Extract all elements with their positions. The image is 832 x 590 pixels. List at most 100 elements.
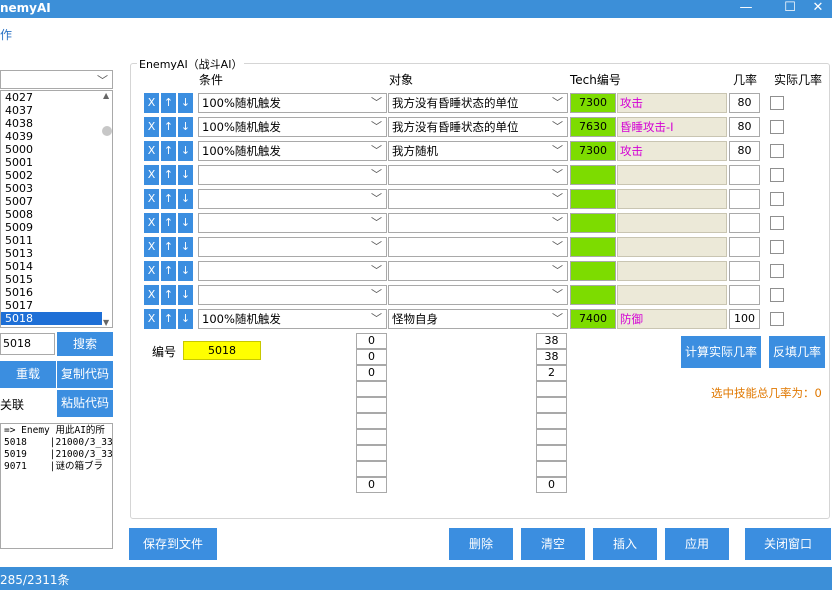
value-cell-b[interactable] — [536, 461, 567, 477]
actual-rate-checkbox[interactable] — [770, 144, 784, 158]
target-dropdown[interactable]: 我方没有昏睡状态的单位 ﹀ — [388, 93, 568, 113]
value-cell-b[interactable]: 38 — [536, 333, 567, 349]
value-cell-b[interactable] — [536, 445, 567, 461]
move-down-button[interactable]: ↓ — [178, 261, 193, 281]
list-item[interactable]: 4038 — [1, 117, 112, 130]
rate-input[interactable]: 80 — [729, 93, 760, 113]
list-item[interactable]: 5008 — [1, 208, 112, 221]
tech-id-field[interactable] — [570, 213, 616, 233]
value-cell-b[interactable] — [536, 381, 567, 397]
backfill-rate-button[interactable]: 反填几率 — [769, 336, 825, 368]
move-up-button[interactable]: ↑ — [161, 93, 176, 113]
value-cell-a[interactable] — [356, 429, 387, 445]
delete-row-button[interactable]: X — [144, 165, 159, 185]
close-window-button[interactable]: 关闭窗口 — [745, 528, 831, 560]
list-item[interactable]: 5018 — [1, 312, 112, 325]
move-down-button[interactable]: ↓ — [178, 309, 193, 329]
condition-dropdown[interactable]: ﹀ — [198, 189, 387, 209]
actual-rate-checkbox[interactable] — [770, 264, 784, 278]
value-cell-a[interactable] — [356, 461, 387, 477]
id-value-field[interactable]: 5018 — [183, 341, 261, 360]
condition-dropdown[interactable]: 100%随机触发 ﹀ — [198, 117, 387, 137]
tech-id-field[interactable] — [570, 285, 616, 305]
actual-rate-checkbox[interactable] — [770, 96, 784, 110]
list-item[interactable]: 5011 — [1, 234, 112, 247]
value-cell-a[interactable] — [356, 381, 387, 397]
delete-row-button[interactable]: X — [144, 285, 159, 305]
value-cell-b[interactable]: 2 — [536, 365, 567, 381]
move-up-button[interactable]: ↑ — [161, 261, 176, 281]
target-dropdown[interactable]: ﹀ — [388, 165, 568, 185]
target-dropdown[interactable]: ﹀ — [388, 285, 568, 305]
paste-code-button[interactable]: 粘贴代码 — [57, 390, 113, 417]
clear-button[interactable]: 清空 — [521, 528, 585, 560]
value-cell-a[interactable]: 0 — [356, 477, 387, 493]
rate-input[interactable] — [729, 213, 760, 233]
condition-dropdown[interactable]: ﹀ — [198, 213, 387, 233]
rate-input[interactable] — [729, 285, 760, 305]
list-item[interactable]: 5002 — [1, 169, 112, 182]
list-item[interactable]: 5013 — [1, 247, 112, 260]
move-down-button[interactable]: ↓ — [178, 237, 193, 257]
value-cell-b[interactable] — [536, 397, 567, 413]
actual-rate-checkbox[interactable] — [770, 192, 784, 206]
scroll-thumb[interactable] — [102, 126, 112, 136]
rate-input[interactable] — [729, 189, 760, 209]
scroll-up-icon[interactable]: ▲ — [103, 91, 109, 100]
tech-id-field[interactable] — [570, 261, 616, 281]
filter-dropdown[interactable]: ﹀ — [0, 70, 113, 89]
search-input[interactable]: 5018 — [0, 333, 55, 355]
rate-input[interactable]: 80 — [729, 141, 760, 161]
target-dropdown[interactable]: 怪物自身 ﹀ — [388, 309, 568, 329]
actual-rate-checkbox[interactable] — [770, 216, 784, 230]
delete-row-button[interactable]: X — [144, 189, 159, 209]
list-item[interactable]: 5003 — [1, 182, 112, 195]
actual-rate-checkbox[interactable] — [770, 240, 784, 254]
value-cell-b[interactable]: 38 — [536, 349, 567, 365]
rate-input[interactable]: 80 — [729, 117, 760, 137]
condition-dropdown[interactable]: 100%随机触发 ﹀ — [198, 141, 387, 161]
target-dropdown[interactable]: ﹀ — [388, 213, 568, 233]
search-button[interactable]: 搜索 — [57, 332, 113, 356]
condition-dropdown[interactable]: ﹀ — [198, 261, 387, 281]
condition-dropdown[interactable]: 100%随机触发 ﹀ — [198, 309, 387, 329]
list-item[interactable]: 4037 — [1, 104, 112, 117]
value-cell-b[interactable] — [536, 429, 567, 445]
tech-id-field[interactable]: 7300 — [570, 141, 616, 161]
move-up-button[interactable]: ↑ — [161, 285, 176, 305]
tech-id-field[interactable] — [570, 165, 616, 185]
delete-row-button[interactable]: X — [144, 141, 159, 161]
reload-button[interactable]: 重载 — [0, 361, 56, 388]
list-item[interactable]: 5007 — [1, 195, 112, 208]
value-cell-b[interactable]: 0 — [536, 477, 567, 493]
move-up-button[interactable]: ↑ — [161, 165, 176, 185]
value-cell-a[interactable] — [356, 445, 387, 461]
move-up-button[interactable]: ↑ — [161, 141, 176, 161]
menu-operate[interactable]: 操作 — [0, 26, 12, 43]
condition-dropdown[interactable]: 100%随机触发 ﹀ — [198, 93, 387, 113]
move-up-button[interactable]: ↑ — [161, 237, 176, 257]
value-cell-a[interactable]: 0 — [356, 349, 387, 365]
target-dropdown[interactable]: ﹀ — [388, 189, 568, 209]
tech-id-field[interactable]: 7400 — [570, 309, 616, 329]
target-dropdown[interactable]: ﹀ — [388, 261, 568, 281]
condition-dropdown[interactable]: ﹀ — [198, 285, 387, 305]
move-down-button[interactable]: ↓ — [178, 165, 193, 185]
relation-textbox[interactable]: => Enemy 用此AI的所 5018 |21000/3_33 5019 |210… — [0, 423, 113, 549]
target-dropdown[interactable]: 我方没有昏睡状态的单位 ﹀ — [388, 117, 568, 137]
scroll-down-icon[interactable]: ▼ — [103, 318, 109, 327]
actual-rate-checkbox[interactable] — [770, 288, 784, 302]
condition-dropdown[interactable]: ﹀ — [198, 165, 387, 185]
list-item[interactable]: 5000 — [1, 143, 112, 156]
delete-row-button[interactable]: X — [144, 309, 159, 329]
list-item[interactable]: 5001 — [1, 156, 112, 169]
calc-actual-rate-button[interactable]: 计算实际几率 — [681, 336, 761, 368]
list-item[interactable]: 5014 — [1, 260, 112, 273]
value-cell-b[interactable] — [536, 413, 567, 429]
value-cell-a[interactable] — [356, 397, 387, 413]
list-item[interactable]: 5009 — [1, 221, 112, 234]
tech-id-field[interactable] — [570, 237, 616, 257]
tech-id-field[interactable]: 7300 — [570, 93, 616, 113]
rate-input[interactable] — [729, 165, 760, 185]
target-dropdown[interactable]: 我方随机 ﹀ — [388, 141, 568, 161]
